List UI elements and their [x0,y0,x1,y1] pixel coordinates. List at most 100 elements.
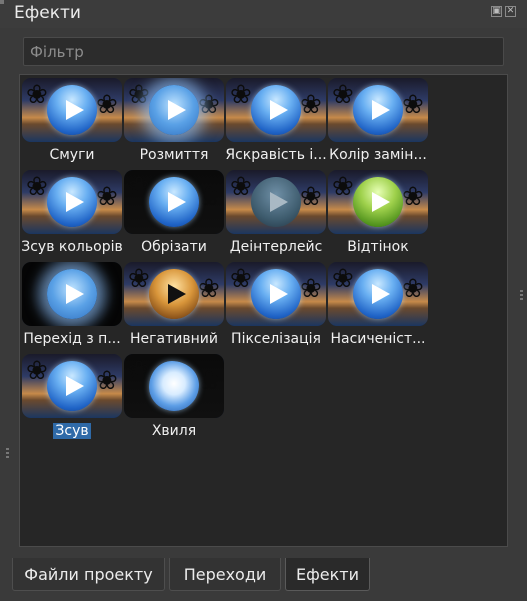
effect-thumbnail: ❀ ❀ [124,170,224,234]
palm-tree-icon: ❀ [26,172,48,202]
effect-tile[interactable]: ❀ ❀ Розмиття [124,78,224,168]
effect-tile[interactable]: ❀ ❀ Деінтерлейс [226,170,326,260]
play-orb-icon [353,85,403,135]
palm-tree-icon: ❀ [332,80,354,110]
play-icon [270,192,288,212]
play-orb-icon [47,177,97,227]
effect-thumbnail: ❀ ❀ [22,354,122,418]
effect-thumbnail: ❀ ❀ [226,262,326,326]
play-icon [270,284,288,304]
effect-label: Пікселізація [223,331,329,347]
tab-transitions[interactable]: Переходи [169,558,281,591]
effect-label: Хвиля [121,423,227,439]
palm-tree-icon: ❀ [198,182,220,212]
palm-tree-icon: ❀ [26,356,48,386]
effect-tile[interactable]: ❀ ❀ Смуги [22,78,122,168]
effect-thumbnail: ❀ ❀ [22,170,122,234]
effect-label: Смуги [19,147,125,163]
effect-label-text: Хвиля [151,423,197,439]
effect-label-text: Колір замін... [329,147,427,163]
effect-label-text: Негативний [130,331,218,347]
effect-tile[interactable]: ❀ ❀ Насиченіст... [328,262,428,352]
effect-label-text: Яскравість і... [225,147,327,163]
play-icon [66,376,84,396]
palm-tree-icon: ❀ [332,264,354,294]
effect-label: Розмиття [121,147,227,163]
effect-thumbnail: ❀ ❀ [328,262,428,326]
effect-label: Деінтерлейс [223,239,329,255]
right-resize-grip[interactable] [520,290,523,300]
palm-tree-icon: ❀ [128,356,150,386]
bottom-tab-bar: Файли проекту Переходи Ефекти [0,555,527,601]
effect-tile[interactable]: ❀ ❀ Обрізати [124,170,224,260]
effect-label: Насиченіст... [325,331,431,347]
effect-label-text: Смуги [49,147,95,163]
play-orb-icon [353,269,403,319]
effect-thumbnail: ❀ ❀ [124,78,224,142]
effect-tile[interactable]: Перехід з п... [22,262,122,352]
effect-tile[interactable]: ❀ ❀ Яскравість і... [223,78,329,168]
panel-titlebar: Ефекти ▣ ✕ [0,0,527,28]
effect-tile[interactable]: ❀ ❀ Зсув кольорів [19,170,125,260]
palm-tree-icon: ❀ [96,90,118,120]
palm-tree-icon: ❀ [402,182,424,212]
tab-effects[interactable]: Ефекти [285,558,370,591]
effect-label: Колір замін... [325,147,431,163]
effect-label-text: Деінтерлейс [229,239,323,255]
effect-label-text: Зсув кольорів [21,239,123,255]
effect-label-text: Розмиття [139,147,209,163]
play-orb-icon [149,85,199,135]
palm-tree-icon: ❀ [96,366,118,396]
filter-input[interactable] [24,38,503,65]
effect-label: Зсув кольорів [19,239,125,255]
effect-tile[interactable]: ❀ ❀ Зсув [22,354,122,444]
play-orb-icon [149,269,199,319]
palm-tree-icon: ❀ [96,182,118,212]
palm-tree-icon: ❀ [198,366,220,396]
play-icon [168,192,186,212]
play-icon [372,100,390,120]
effect-label-text: Насиченіст... [330,331,426,347]
effect-tile[interactable]: ❀ ❀ Пікселізація [226,262,326,352]
play-orb-icon [47,361,97,411]
palm-tree-icon: ❀ [300,90,322,120]
palm-tree-icon: ❀ [300,274,322,304]
play-icon [372,192,390,212]
play-icon [168,284,186,304]
filter-field[interactable] [23,37,504,66]
palm-tree-icon: ❀ [230,80,252,110]
palm-tree-icon: ❀ [128,172,150,202]
play-icon [66,192,84,212]
effect-label-text: Зсув [53,423,91,439]
palm-tree-icon: ❀ [402,274,424,304]
play-icon [372,284,390,304]
play-icon [270,100,288,120]
close-icon[interactable]: ✕ [505,6,516,17]
palm-tree-icon: ❀ [128,80,150,110]
effect-thumbnail: ❀ ❀ [124,354,224,418]
effects-grid[interactable]: ❀ ❀ Смуги ❀ ❀ Розмиття ❀ ❀ Яскравість і... ❀ ❀ Колі… [19,74,508,547]
play-icon [168,100,186,120]
effect-tile[interactable]: ❀ ❀ Колір замін... [328,78,428,168]
effect-label: Яскравість і... [223,147,329,163]
play-orb-icon [149,361,199,411]
float-icon[interactable]: ▣ [491,6,502,17]
corner-grip [0,0,4,4]
effect-tile[interactable]: ❀ ❀ Хвиля [124,354,224,444]
play-orb-icon [47,85,97,135]
effect-tile[interactable]: ❀ ❀ Негативний [124,262,224,352]
effect-label-text: Обрізати [141,239,207,255]
effect-thumbnail: ❀ ❀ [124,262,224,326]
palm-tree-icon: ❀ [230,264,252,294]
palm-tree-icon: ❀ [26,80,48,110]
tab-project-files[interactable]: Файли проекту [12,558,165,591]
effect-label: Перехід з п... [19,331,125,347]
play-icon [66,284,84,304]
effect-thumbnail: ❀ ❀ [328,170,428,234]
effect-thumbnail: ❀ ❀ [328,78,428,142]
palm-tree-icon: ❀ [332,172,354,202]
effect-thumbnail [22,262,122,326]
palm-tree-icon: ❀ [300,182,322,212]
effect-tile[interactable]: ❀ ❀ Відтінок [328,170,428,260]
left-resize-grip[interactable] [6,448,9,458]
